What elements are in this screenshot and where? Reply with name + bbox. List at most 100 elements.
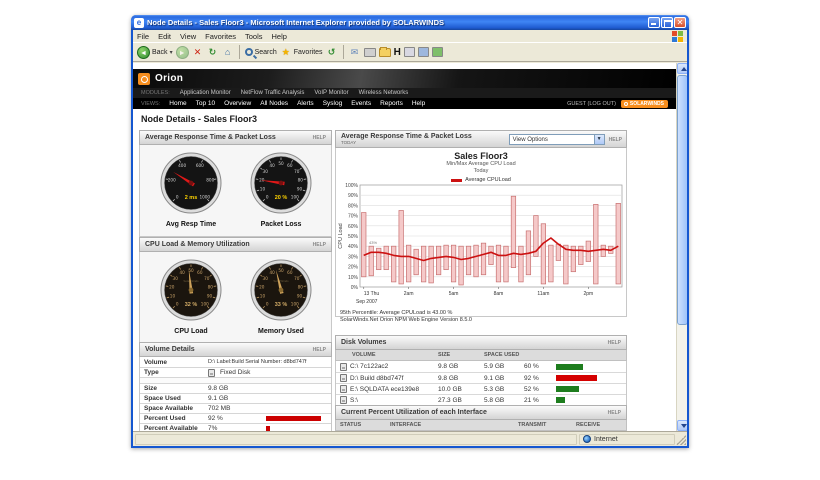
module-voip[interactable]: VoIP Monitor xyxy=(314,90,348,96)
view-events[interactable]: Events xyxy=(351,100,371,107)
disk-icon xyxy=(340,363,347,371)
window-title: Node Details - Sales Floor3 - Microsoft … xyxy=(147,18,648,27)
view-syslog[interactable]: Syslog xyxy=(323,100,343,107)
messenger-icon xyxy=(432,47,443,57)
svg-text:0%: 0% xyxy=(351,285,359,291)
forward-button[interactable]: ► xyxy=(176,46,189,59)
volume-details-help-link[interactable]: HELP xyxy=(313,347,326,353)
disk-icon xyxy=(340,385,347,393)
view-overview[interactable]: Overview xyxy=(224,100,251,107)
resp-gauges-help-link[interactable]: HELP xyxy=(313,135,326,141)
svg-text:0: 0 xyxy=(176,194,179,199)
history-icon: ↺ xyxy=(326,46,338,58)
search-button[interactable]: Search xyxy=(245,48,277,56)
table-row[interactable]: S:\ 27.3 GB 5.8 GB 21 % xyxy=(336,394,626,405)
scroll-thumb[interactable] xyxy=(677,75,687,325)
favorites-button[interactable]: ★ Favorites xyxy=(280,46,323,58)
cpu-load-label: CPU Load xyxy=(148,328,234,335)
mail-button[interactable]: ✉ xyxy=(349,46,361,58)
print-button[interactable] xyxy=(364,48,376,57)
volume-details-title: Volume Details xyxy=(145,346,195,353)
svg-text:800: 800 xyxy=(206,177,214,182)
svg-text:10%: 10% xyxy=(348,275,359,281)
table-row: Percent Available 7% xyxy=(140,423,331,431)
space-used-bar xyxy=(556,364,583,370)
chart-help-link[interactable]: HELP xyxy=(609,137,622,143)
svg-text:30: 30 xyxy=(263,276,269,281)
view-help[interactable]: Help xyxy=(412,100,425,107)
close-button[interactable] xyxy=(674,17,686,28)
solarwinds-badge[interactable]: SOLARWINDS xyxy=(621,100,668,108)
home-button[interactable]: ⌂ xyxy=(222,46,234,58)
svg-text:90: 90 xyxy=(297,294,303,299)
back-button[interactable]: ◄ Back ▾ xyxy=(137,46,173,59)
media-icon xyxy=(418,47,429,57)
chart-subtitle2: Today xyxy=(336,168,626,175)
svg-text:43%: 43% xyxy=(369,240,377,245)
cpu-mem-header: CPU Load & Memory Utilization HELP xyxy=(139,237,332,252)
menu-file[interactable]: File xyxy=(137,32,149,41)
menu-help[interactable]: Help xyxy=(272,32,287,41)
view-home[interactable]: Home xyxy=(169,100,186,107)
stop-button[interactable]: ✕ xyxy=(192,46,204,58)
svg-text:70: 70 xyxy=(294,169,300,174)
orion-brand: Orion xyxy=(155,73,183,84)
media-button[interactable] xyxy=(418,47,429,57)
refresh-button[interactable]: ↻ xyxy=(207,46,219,58)
svg-text:2pm: 2pm xyxy=(583,291,593,297)
svg-text:60: 60 xyxy=(197,270,203,275)
svg-text:400: 400 xyxy=(178,163,186,168)
svg-text:20: 20 xyxy=(259,284,265,289)
view-top10[interactable]: Top 10 xyxy=(196,100,216,107)
resize-grip[interactable] xyxy=(676,435,686,445)
menu-view[interactable]: View xyxy=(180,32,196,41)
scroll-up-button[interactable] xyxy=(677,63,687,74)
window-titlebar[interactable]: e Node Details - Sales Floor3 - Microsof… xyxy=(131,15,689,30)
table-row[interactable]: C:\ 7c122ac2 9.8 GB 5.9 GB 60 % xyxy=(336,361,626,372)
menu-edit[interactable]: Edit xyxy=(158,32,171,41)
minimize-button[interactable] xyxy=(648,17,660,28)
table-row[interactable]: D:\ Build d8bd747f 9.8 GB 9.1 GB 92 % xyxy=(336,372,626,383)
disk-volumes-help-link[interactable]: HELP xyxy=(608,340,621,346)
guest-logout-link[interactable]: GUEST (LOG OUT) xyxy=(567,101,616,107)
solarwinds-dot-icon xyxy=(624,102,628,106)
packet-loss-gauge: 010203040506070809010020 % xyxy=(249,202,313,219)
view-options-select[interactable]: View Options ▼ xyxy=(509,134,605,145)
svg-text:8am: 8am xyxy=(494,291,504,297)
menu-favorites[interactable]: Favorites xyxy=(205,32,236,41)
table-row[interactable]: E:\ SQLDATA ece139e8 10.0 GB 5.3 GB 52 % xyxy=(336,383,626,394)
window-tool-button[interactable] xyxy=(404,47,415,57)
svg-text:100%: 100% xyxy=(345,183,358,189)
svg-text:60%: 60% xyxy=(348,224,359,230)
interfaces-help-link[interactable]: HELP xyxy=(608,410,621,416)
h-shortcut-button[interactable]: H xyxy=(394,47,401,58)
vertical-scrollbar[interactable] xyxy=(676,63,687,431)
svg-text:20: 20 xyxy=(259,177,265,182)
svg-text:30%: 30% xyxy=(348,254,359,260)
svg-text:30: 30 xyxy=(263,169,269,174)
messenger-button[interactable] xyxy=(432,47,443,57)
view-all-nodes[interactable]: All Nodes xyxy=(260,100,288,107)
back-label: Back xyxy=(152,49,168,56)
back-icon: ◄ xyxy=(137,46,150,59)
restore-button[interactable] xyxy=(661,17,673,28)
svg-text:SolarWinds: SolarWinds xyxy=(273,279,289,283)
view-alerts[interactable]: Alerts xyxy=(297,100,314,107)
mail-icon: ✉ xyxy=(349,46,361,58)
percentile-footnote: 95th Percentile: Average CPULoad is 43.0… xyxy=(340,310,626,317)
menu-tools[interactable]: Tools xyxy=(245,32,263,41)
interfaces-header: Current Percent Utilization of each Inte… xyxy=(335,405,627,420)
ie-page-icon: e xyxy=(134,18,144,28)
module-wireless[interactable]: Wireless Networks xyxy=(359,90,409,96)
folder-button[interactable] xyxy=(379,48,391,57)
history-button[interactable]: ↺ xyxy=(326,46,338,58)
module-netflow[interactable]: NetFlow Traffic Analysis xyxy=(241,90,305,96)
views-label: VIEWS: xyxy=(141,101,160,107)
scroll-down-button[interactable] xyxy=(677,420,687,431)
space-used-bar xyxy=(556,397,565,403)
module-application-monitor[interactable]: Application Monitor xyxy=(180,90,231,96)
cpu-mem-help-link[interactable]: HELP xyxy=(313,242,326,248)
view-reports[interactable]: Reports xyxy=(380,100,403,107)
chart-panel-header: Average Response Time & Packet Loss TODA… xyxy=(335,130,627,148)
svg-text:60: 60 xyxy=(287,163,293,168)
